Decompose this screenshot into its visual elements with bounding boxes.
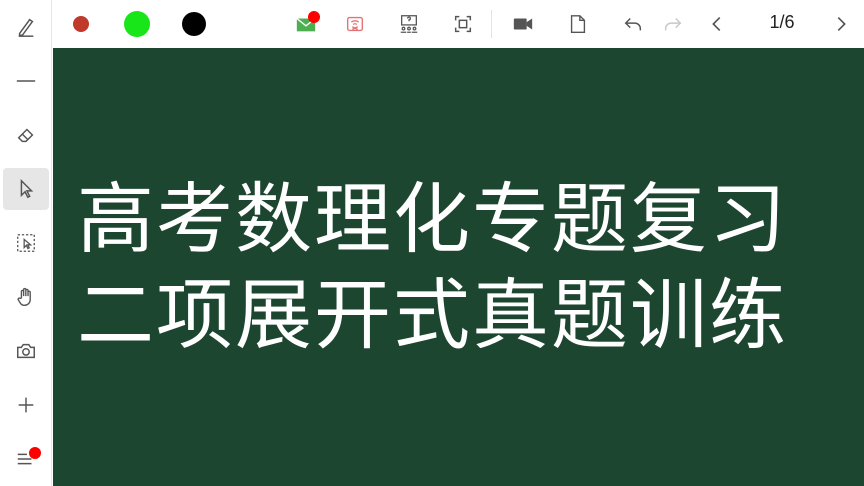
hand-tool-button[interactable]: [3, 276, 49, 318]
pen-tool-button[interactable]: [3, 6, 49, 48]
color-black-button[interactable]: [174, 4, 214, 44]
add-button[interactable]: [3, 384, 49, 426]
pen-icon: [18, 18, 34, 37]
next-page-button[interactable]: [821, 4, 861, 44]
board-text-line-1: 高考数理化专题复习: [77, 176, 788, 265]
undo-button[interactable]: [613, 4, 653, 44]
board-text-line-2: 二项展开式真题训练: [77, 272, 788, 361]
menu-list-button[interactable]: [3, 438, 49, 480]
camera-tool-button[interactable]: [3, 330, 49, 372]
video-camera-icon: [513, 18, 533, 30]
redo-button[interactable]: [653, 4, 693, 44]
eraser-tool-button[interactable]: [3, 114, 49, 156]
hand-icon: [17, 287, 31, 306]
lasso-select-button[interactable]: [3, 222, 49, 264]
line-tool-button[interactable]: [3, 60, 49, 102]
lasso-select-icon: [17, 234, 35, 252]
color-red-button[interactable]: [61, 4, 101, 44]
fullscreen-icon: [454, 15, 472, 33]
screen-off-icon: [346, 16, 364, 32]
pointer-icon: [20, 178, 34, 199]
fullscreen-button[interactable]: [443, 4, 483, 44]
next-page-icon: [837, 16, 846, 32]
screen-off-button[interactable]: [335, 4, 375, 44]
classroom-icon: [400, 15, 418, 33]
camera-icon: [17, 343, 35, 359]
document-icon: [570, 15, 586, 33]
pointer-tool-button[interactable]: [3, 168, 49, 210]
color-swatch-green: [124, 11, 150, 37]
left-toolbar: [0, 0, 52, 486]
redo-icon: [664, 17, 682, 31]
toolbar-divider: [491, 10, 492, 38]
line-icon: [16, 80, 36, 82]
message-button[interactable]: [286, 4, 326, 44]
prev-page-button[interactable]: [697, 4, 737, 44]
color-green-button[interactable]: [117, 4, 157, 44]
whiteboard-canvas[interactable]: 高考数理化专题复习 二项展开式真题训练: [53, 48, 864, 486]
eraser-icon: [17, 128, 34, 143]
document-button[interactable]: [558, 4, 598, 44]
message-badge: [308, 11, 320, 23]
notification-badge: [29, 447, 41, 459]
color-swatch-black: [182, 12, 206, 36]
undo-icon: [624, 17, 642, 31]
page-indicator: 1/6: [769, 12, 795, 32]
classroom-button[interactable]: [389, 4, 429, 44]
add-icon: [18, 397, 34, 413]
top-toolbar: 1/6: [52, 0, 864, 48]
prev-page-icon: [712, 16, 721, 32]
color-swatch-red: [73, 16, 89, 32]
video-button[interactable]: [503, 4, 543, 44]
